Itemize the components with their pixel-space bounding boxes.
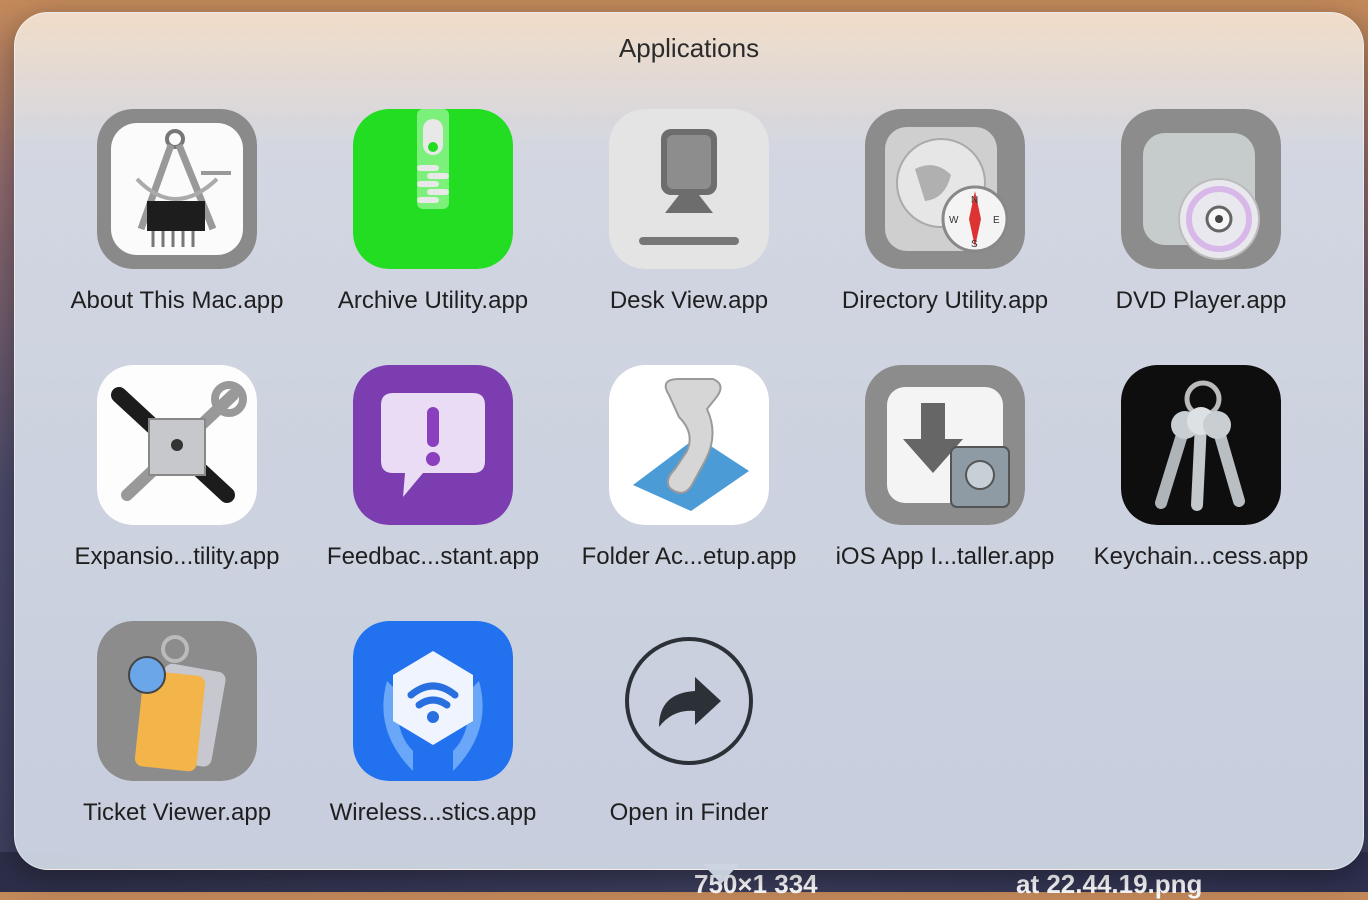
app-label: Directory Utility.app [841,287,1049,314]
app-label: Feedbac...stant.app [326,543,540,570]
open-in-finder-button[interactable]: Open in Finder [561,621,817,861]
svg-text:W: W [949,215,959,226]
tickets-icon [97,621,257,781]
tools-chip-icon [97,365,257,525]
app-label: Wireless...stics.app [329,799,537,826]
app-label: Archive Utility.app [337,287,529,314]
script-scroll-icon [609,365,769,525]
svg-text:E: E [993,215,1000,226]
wifi-shield-icon [353,621,513,781]
app-item-about-this-mac[interactable]: About This Mac.app [49,109,305,349]
zipper-icon [353,109,513,269]
app-label: Folder Ac...etup.app [581,543,797,570]
svg-text:S: S [971,239,978,250]
app-item-keychain-access[interactable]: Keychain...cess.app [1073,365,1329,605]
app-item-ios-app-installer[interactable]: iOS App I...taller.app [817,365,1073,605]
stack-pointer-arrow [703,864,739,884]
app-item-ticket-viewer[interactable]: Ticket Viewer.app [49,621,305,861]
app-label: Ticket Viewer.app [82,799,272,826]
desk-camera-icon [609,109,769,269]
app-item-directory-utility[interactable]: N W E S Directory Utility.app [817,109,1073,349]
app-item-wireless-diagnostics[interactable]: Wireless...stics.app [305,621,561,861]
app-label: Expansio...tility.app [74,543,280,570]
app-label: iOS App I...taller.app [835,543,1055,570]
app-label: About This Mac.app [70,287,284,314]
dvd-disc-icon [1121,109,1281,269]
app-grid: About This Mac.app Archive Utility.app D… [15,13,1363,869]
calipers-chip-icon [97,109,257,269]
app-item-feedback-assistant[interactable]: Feedbac...stant.app [305,365,561,605]
desktop-file-label[interactable]: at 22.44.19.png [1016,869,1202,900]
app-item-desk-view[interactable]: Desk View.app [561,109,817,349]
app-label: Desk View.app [609,287,769,314]
app-item-archive-utility[interactable]: Archive Utility.app [305,109,561,349]
keys-icon [1121,365,1281,525]
download-drive-icon [865,365,1025,525]
svg-text:N: N [971,195,978,206]
app-label: Keychain...cess.app [1093,543,1309,570]
globe-compass-icon: N W E S [865,109,1025,269]
app-label: Open in Finder [609,799,769,826]
app-item-expansion-slot-utility[interactable]: Expansio...tility.app [49,365,305,605]
app-item-folder-actions-setup[interactable]: Folder Ac...etup.app [561,365,817,605]
exclamation-bubble-icon [353,365,513,525]
app-label: DVD Player.app [1115,287,1287,314]
app-item-dvd-player[interactable]: DVD Player.app [1073,109,1329,349]
applications-stack-popover: Applications About This Mac.app Archive … [14,12,1364,870]
open-arrow-icon [609,621,769,781]
